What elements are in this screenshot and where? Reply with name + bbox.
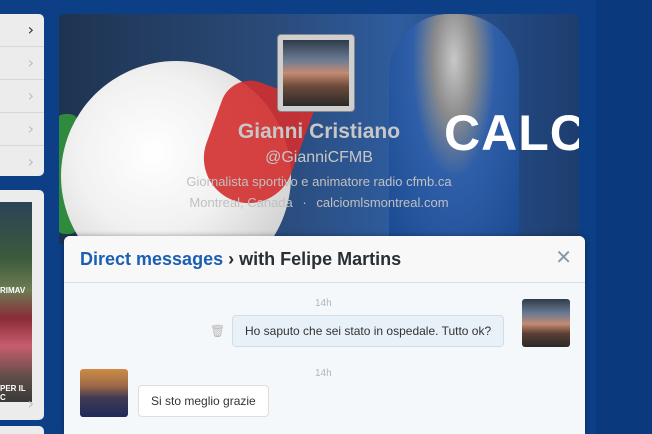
left-menu-item[interactable]: › [0,14,44,47]
profile-avatar[interactable] [277,34,355,112]
left-sidebar-media: RIMAV PER IL C › [0,190,44,420]
dm-title: Direct messages › with Felipe Martins [80,249,401,270]
chevron-right-icon: › [27,86,34,105]
chevron-right-icon: › [27,20,34,39]
profile-header-card: CALCI Gianni Cristiano @GianniCFMB Giorn… [59,14,579,244]
message-timestamp: 14h [315,298,332,309]
profile-meta: Montreal, Canada · calciomlsmontreal.com [59,195,579,210]
page-background-strip [596,0,652,434]
dm-header: Direct messages › with Felipe Martins ✕ [64,236,585,283]
left-sidebar-panel [0,426,44,434]
profile-location: Montreal, Canada [189,195,293,210]
profile-handle[interactable]: @GianniCFMB [59,149,579,167]
chevron-right-icon: › [27,53,34,72]
thumbnail-caption: RIMAV [0,286,26,295]
left-sidebar-menu: › › › › › [0,14,44,176]
profile-meta-separator: · [302,195,307,210]
direct-messages-dialog: Direct messages › with Felipe Martins ✕ … [64,236,585,434]
chevron-right-icon: › [27,152,34,171]
media-thumbnail[interactable]: RIMAV PER IL C [0,202,32,402]
message-bubble-outgoing: Ho saputo che sei stato in ospedale. Tut… [232,315,505,347]
left-menu-item[interactable]: › [0,80,44,113]
left-menu-item[interactable]: › [0,113,44,146]
left-menu-item[interactable]: › [0,146,44,176]
dm-conversation-title: with Felipe Martins [239,249,402,269]
sender-avatar[interactable] [522,299,570,347]
chevron-right-icon[interactable]: › [28,394,34,413]
profile-website-link[interactable]: calciomlsmontreal.com [316,195,448,210]
recipient-avatar[interactable] [80,369,128,417]
trash-icon[interactable]: 🗑 [210,324,225,338]
dm-title-separator: › [228,249,235,269]
message-bubble-incoming: Si sto meglio grazie [138,385,269,417]
chevron-right-icon: › [27,119,34,138]
profile-name: Gianni Cristiano [237,120,401,143]
profile-bio: Giornalista sportivo e animatore radio c… [186,174,452,189]
dm-back-link[interactable]: Direct messages [80,249,223,269]
left-menu-item[interactable]: › [0,47,44,80]
close-icon[interactable]: ✕ [555,245,572,269]
message-timestamp: 14h [315,368,332,379]
avatar [283,40,349,106]
